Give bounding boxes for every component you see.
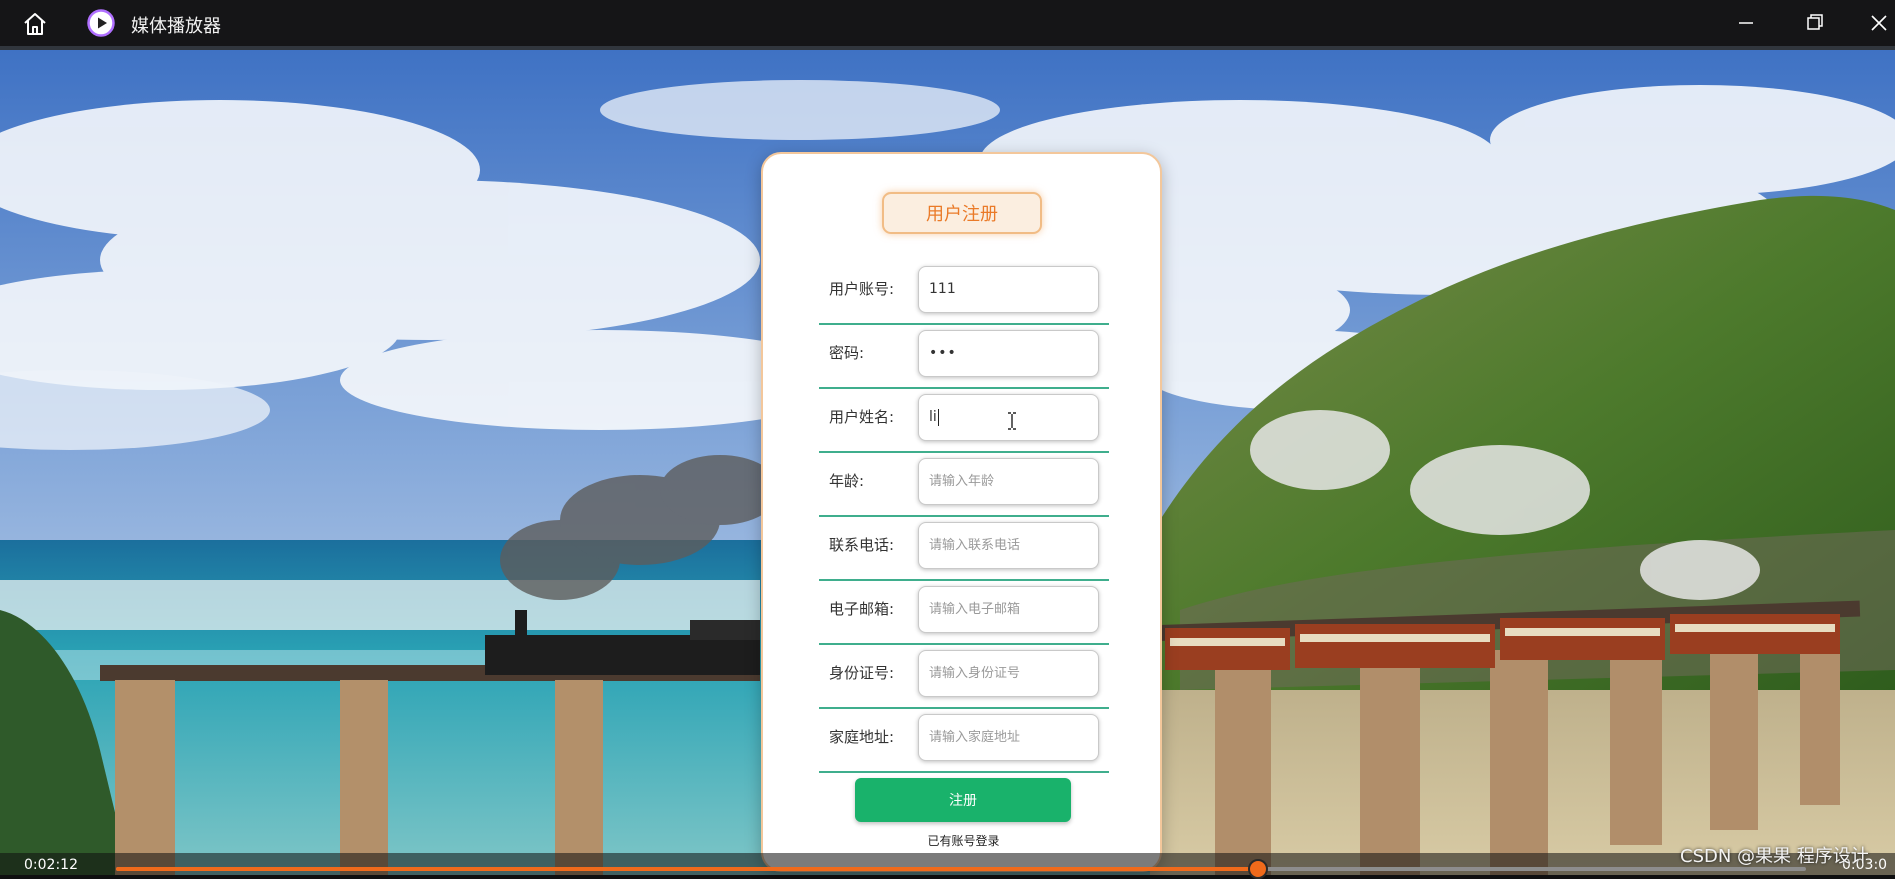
app-title: 媒体播放器: [131, 16, 221, 37]
form-row-address: 家庭地址: 请输入家庭地址: [819, 707, 1109, 773]
seek-bar[interactable]: [116, 867, 1806, 871]
form-row-account: 用户账号: 111: [819, 259, 1109, 325]
form-row-idcard: 身份证号: 请输入身份证号: [819, 643, 1109, 709]
register-button[interactable]: 注册: [855, 778, 1071, 822]
password-label: 密码:: [829, 344, 865, 362]
register-title: 用户注册: [882, 192, 1042, 234]
form-row-age: 年龄: 请输入年龄: [819, 451, 1109, 517]
title-bar: 媒体播放器: [0, 0, 1895, 46]
register-card: 用户注册 用户账号: 111 密码: ••• 用户姓名: li 年龄: 请输入年…: [761, 152, 1162, 872]
text-cursor-icon: [1008, 412, 1016, 430]
account-label: 用户账号:: [829, 280, 895, 298]
text-caret: [937, 408, 939, 426]
restore-icon[interactable]: [1802, 10, 1828, 36]
username-value: li: [929, 409, 937, 425]
form-row-email: 电子邮箱: 请输入电子邮箱: [819, 579, 1109, 645]
seek-bar-progress: [116, 867, 1259, 871]
age-input[interactable]: 请输入年龄: [918, 458, 1099, 505]
idcard-input[interactable]: 请输入身份证号: [918, 650, 1099, 697]
seek-thumb[interactable]: [1248, 859, 1269, 879]
watermark: CSDN @果果 程序设计: [1680, 846, 1869, 867]
age-label: 年龄:: [829, 472, 865, 490]
address-label: 家庭地址:: [829, 728, 895, 746]
form-row-username: 用户姓名: li: [819, 387, 1109, 453]
elapsed-time: 0:02:12: [24, 857, 78, 873]
email-input[interactable]: 请输入电子邮箱: [918, 586, 1099, 633]
phone-input[interactable]: 请输入联系电话: [918, 522, 1099, 569]
form-row-password: 密码: •••: [819, 323, 1109, 389]
email-label: 电子邮箱:: [829, 600, 895, 618]
account-input[interactable]: 111: [918, 266, 1099, 313]
address-input[interactable]: 请输入家庭地址: [918, 714, 1099, 761]
player-controls: 0:02:12 0:03:0: [0, 853, 1895, 879]
password-input[interactable]: •••: [918, 330, 1099, 377]
login-link[interactable]: 已有账号登录: [763, 832, 1164, 849]
phone-label: 联系电话:: [829, 536, 895, 554]
username-label: 用户姓名:: [829, 408, 895, 426]
home-icon[interactable]: [22, 11, 48, 37]
form-row-phone: 联系电话: 请输入联系电话: [819, 515, 1109, 581]
minimize-icon[interactable]: [1733, 10, 1759, 36]
play-circle-icon: [87, 9, 115, 37]
idcard-label: 身份证号:: [829, 664, 895, 682]
close-icon[interactable]: [1866, 10, 1892, 36]
